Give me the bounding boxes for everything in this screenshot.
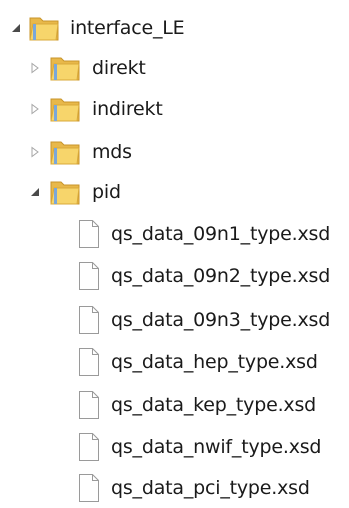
tree-item-label: mds (92, 141, 132, 163)
file-item[interactable]: qs_data_09n2_type.xsd (0, 256, 349, 296)
file-item-label: qs_data_nwif_type.xsd (111, 436, 322, 458)
tree-item-label: interface_LE (70, 17, 185, 39)
tree-item-label: indirekt (92, 98, 163, 120)
file-icon (76, 390, 102, 420)
file-item[interactable]: qs_data_hep_type.xsd (0, 342, 349, 382)
file-item-label: qs_data_kep_type.xsd (111, 394, 317, 416)
expanded-arrow-icon[interactable] (28, 185, 42, 199)
tree-item-interface-le[interactable]: interface_LE (0, 8, 349, 48)
file-item[interactable]: qs_data_kep_type.xsd (0, 385, 349, 425)
tree-item-mds[interactable]: mds (0, 132, 349, 172)
expanded-arrow-icon[interactable] (9, 21, 23, 35)
file-icon (76, 261, 102, 291)
file-icon (76, 219, 102, 249)
tree-item-label: pid (92, 181, 121, 203)
folder-tree: interface_LE direkt indirekt mds pid qs_… (0, 0, 349, 506)
collapsed-arrow-icon[interactable] (28, 145, 42, 159)
file-icon (76, 473, 102, 503)
file-item[interactable]: qs_data_09n1_type.xsd (0, 214, 349, 254)
file-icon (76, 347, 102, 377)
file-item-label: qs_data_09n1_type.xsd (111, 223, 331, 245)
file-item[interactable]: qs_data_pci_type.xsd (0, 468, 349, 508)
tree-item-label: direkt (92, 57, 146, 79)
folder-icon (28, 14, 60, 42)
tree-item-pid[interactable]: pid (0, 172, 349, 212)
folder-icon (49, 138, 81, 166)
folder-icon (49, 178, 81, 206)
file-item-label: qs_data_09n3_type.xsd (111, 309, 331, 331)
tree-item-direkt[interactable]: direkt (0, 48, 349, 88)
tree-item-indirekt[interactable]: indirekt (0, 89, 349, 129)
folder-icon (49, 95, 81, 123)
collapsed-arrow-icon[interactable] (28, 61, 42, 75)
file-item-label: qs_data_09n2_type.xsd (111, 265, 331, 287)
file-item-label: qs_data_pci_type.xsd (111, 477, 310, 499)
file-item[interactable]: qs_data_nwif_type.xsd (0, 427, 349, 467)
file-item-label: qs_data_hep_type.xsd (111, 351, 318, 373)
file-item[interactable]: qs_data_09n3_type.xsd (0, 300, 349, 340)
folder-icon (49, 54, 81, 82)
file-icon (76, 432, 102, 462)
file-icon (76, 305, 102, 335)
collapsed-arrow-icon[interactable] (28, 102, 42, 116)
